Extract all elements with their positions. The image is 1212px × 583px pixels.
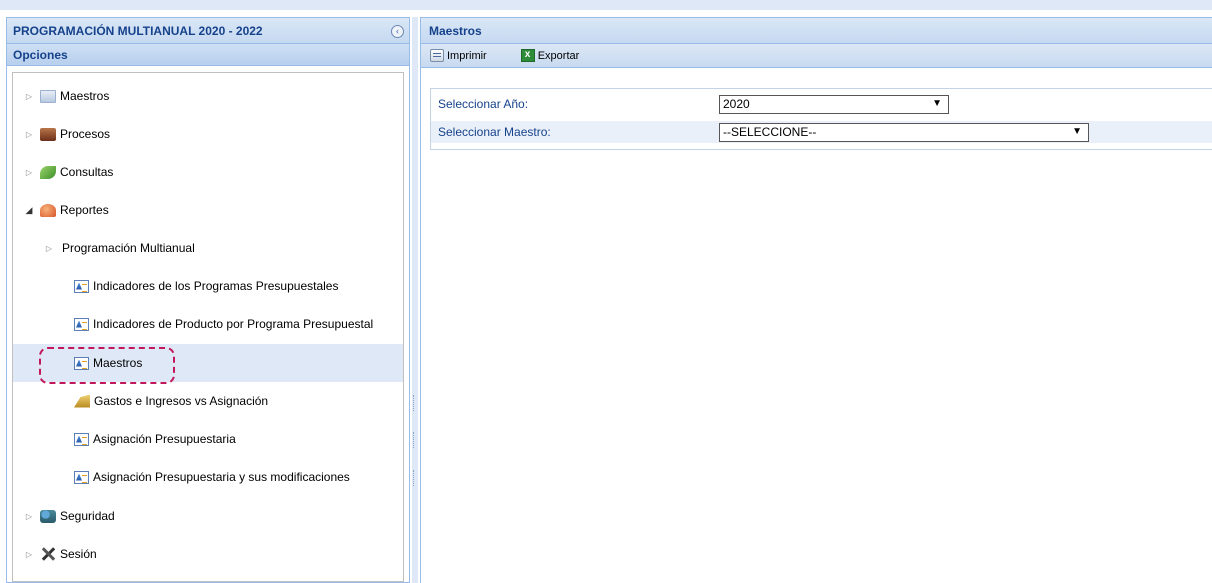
chevron-left-icon: ‹ [396, 26, 399, 36]
tree-item-label: Asignación Presupuestaria y sus modifica… [93, 470, 350, 484]
collapse-arrow-icon[interactable]: ◢ [24, 205, 34, 216]
report-icon [74, 470, 89, 484]
panel-title: PROGRAMACIÓN MULTIANUAL 2020 - 2022 [7, 18, 409, 44]
top-strip [0, 0, 1212, 10]
splitter-grip-icon [413, 470, 416, 486]
master-select[interactable]: --SELECCIONE-- ▼ [719, 122, 1089, 142]
process-box-icon [40, 127, 56, 141]
tree-item-label: Indicadores de los Programas Presupuesta… [93, 279, 339, 293]
tree-item-label: Procesos [60, 127, 111, 141]
excel-icon [520, 49, 535, 62]
report-icon [74, 317, 89, 331]
master-label: Seleccionar Maestro: [438, 125, 551, 139]
options-label: Opciones [13, 47, 68, 62]
tree-item-sesion[interactable]: ▷ Sesión [13, 535, 403, 573]
tree-item-asignacion-modificaciones[interactable]: Asignación Presupuestaria y sus modifica… [13, 458, 403, 496]
leaf-icon [40, 165, 56, 179]
folder-icon [40, 89, 56, 103]
chart-icon [40, 203, 56, 217]
collapse-panel-button[interactable]: ‹ [391, 25, 404, 38]
year-select[interactable]: 2020 ▼ [719, 94, 949, 114]
year-select-value: 2020 [723, 97, 750, 111]
splitter-grip-icon [413, 395, 416, 411]
tools-icon [40, 547, 56, 561]
content-title-text: Maestros [429, 23, 482, 38]
printer-icon [430, 49, 444, 62]
expand-arrow-icon[interactable]: ▷ [24, 168, 34, 177]
print-label: Imprimir [447, 49, 487, 62]
tree-item-consultas[interactable]: ▷ Consultas [13, 153, 403, 191]
dropdown-arrow-icon: ▼ [932, 97, 942, 109]
year-label: Seleccionar Año: [438, 97, 529, 111]
tree-item-indicadores-programas[interactable]: Indicadores de los Programas Presupuesta… [13, 267, 403, 305]
tree-item-procesos[interactable]: ▷ Procesos [13, 115, 403, 153]
expand-arrow-icon[interactable]: ▷ [24, 550, 34, 559]
tree-item-label: Consultas [60, 165, 114, 179]
dropdown-arrow-icon: ▼ [1072, 125, 1082, 137]
export-button[interactable]: Exportar [520, 49, 580, 62]
master-row: Seleccionar Maestro: --SELECCIONE-- ▼ [431, 121, 1212, 143]
filter-form: Seleccionar Año: 2020 ▼ Seleccionar Maes… [430, 88, 1212, 150]
options-header: Opciones [7, 44, 409, 66]
report-icon [74, 432, 89, 446]
selection-highlight-annotation [39, 347, 175, 384]
tree-item-label: Sesión [60, 547, 97, 561]
tree-item-label: Programación Multianual [62, 241, 195, 255]
options-tree: ▷ Maestros ▷ Procesos ▷ Consultas ◢ Repo… [12, 72, 404, 582]
tree-item-label: Reportes [60, 203, 109, 217]
content-panel: Maestros Imprimir Exportar Seleccionar A… [420, 17, 1212, 583]
tree-item-reportes[interactable]: ◢ Reportes [13, 191, 403, 229]
expand-arrow-icon[interactable]: ▷ [44, 244, 54, 253]
year-row: Seleccionar Año: 2020 ▼ [431, 93, 1212, 115]
tree-item-label: Indicadores de Producto por Programa Pre… [93, 317, 374, 331]
tree-item-maestros[interactable]: ▷ Maestros [13, 77, 403, 115]
panel-title-text: PROGRAMACIÓN MULTIANUAL 2020 - 2022 [13, 23, 263, 38]
tree-item-seguridad[interactable]: ▷ Seguridad [13, 497, 403, 535]
navigation-panel: PROGRAMACIÓN MULTIANUAL 2020 - 2022 ‹ Op… [6, 17, 410, 583]
toolbar: Imprimir Exportar [421, 44, 1212, 68]
expand-arrow-icon[interactable]: ▷ [24, 130, 34, 139]
tree-item-label: Gastos e Ingresos vs Asignación [94, 394, 269, 408]
master-select-value: --SELECCIONE-- [723, 125, 817, 139]
tree-item-label: Asignación Presupuestaria [93, 432, 236, 446]
print-button[interactable]: Imprimir [430, 49, 487, 62]
money-bag-icon [74, 394, 90, 408]
expand-arrow-icon[interactable]: ▷ [24, 92, 34, 101]
export-label: Exportar [537, 49, 580, 62]
tree-item-label: Maestros [60, 89, 110, 103]
tree-item-programacion-multianual[interactable]: ▷ Programación Multianual [13, 229, 403, 267]
splitter-grip-icon [413, 432, 416, 448]
expand-arrow-icon[interactable]: ▷ [24, 512, 34, 521]
users-icon [40, 509, 56, 523]
content-title: Maestros [421, 18, 1212, 44]
tree-item-gastos-ingresos[interactable]: Gastos e Ingresos vs Asignación [13, 382, 403, 420]
report-icon [74, 279, 89, 293]
tree-item-asignacion[interactable]: Asignación Presupuestaria [13, 420, 403, 458]
tree-item-indicadores-producto[interactable]: Indicadores de Producto por Programa Pre… [13, 305, 403, 343]
panel-splitter[interactable] [412, 17, 418, 583]
tree-item-label: Seguridad [60, 509, 115, 523]
